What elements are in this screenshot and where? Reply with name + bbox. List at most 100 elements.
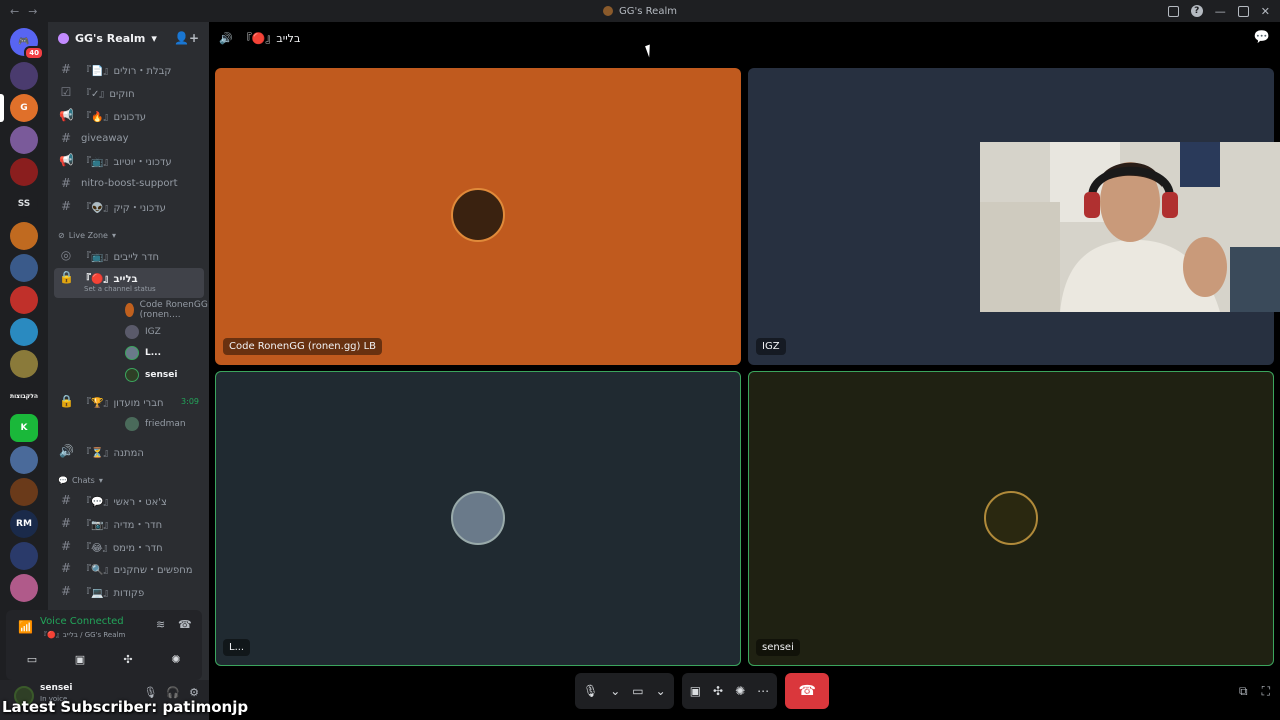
chevron-down-icon[interactable]: ⌄: [610, 684, 620, 698]
soundboard-icon[interactable]: ✺: [735, 684, 745, 698]
voice-channel-waiting[interactable]: 🔊 『⏳』המתנה: [54, 441, 204, 461]
avatar: [125, 368, 139, 382]
channel-label: 『📷』חדר・מדיה: [81, 519, 163, 531]
screen-share-icon[interactable]: ▣: [690, 684, 701, 698]
channel-status-hint[interactable]: Set a channel status: [84, 285, 156, 293]
server-icon-9[interactable]: [10, 318, 38, 346]
video-tile[interactable]: L...: [215, 371, 741, 666]
hash-icon: #: [60, 516, 72, 530]
maximize-button[interactable]: [1237, 5, 1249, 17]
discord-window: ← → GG's Realm ? — ✕ 🎮 40 G SS הלקבוצות K: [0, 0, 1280, 720]
screen-share-icon[interactable]: ▣: [60, 648, 100, 670]
stream-overlay-text: Latest Subscriber: patimonjp: [2, 698, 249, 716]
server-icon-6[interactable]: [10, 222, 38, 250]
video-tile[interactable]: Code RonenGG (ronen.gg) LB: [215, 68, 741, 365]
server-icon-16[interactable]: [10, 542, 38, 570]
hash-icon: #: [60, 199, 72, 213]
server-icon-8[interactable]: [10, 286, 38, 314]
channel-commands[interactable]: # 『💻』פקודות: [54, 581, 204, 601]
close-button[interactable]: ✕: [1261, 5, 1270, 18]
server-icon-17[interactable]: [10, 574, 38, 602]
server-icon-7[interactable]: [10, 254, 38, 282]
member-name: sensei: [145, 370, 178, 380]
channel-main-chat[interactable]: # 『💬』צ'אט・ראשי: [54, 490, 204, 510]
channel-label: 『👽』עדכוני・קיק: [81, 202, 166, 214]
channel-label: 『📺』חדר לייבים: [81, 251, 160, 263]
announcement-icon: 📢: [59, 108, 74, 122]
user-name[interactable]: sensei: [40, 683, 72, 693]
channel-roles[interactable]: # 『📄』קבלת・רולים: [54, 59, 204, 79]
pop-out-icon[interactable]: ⧉: [1239, 684, 1248, 699]
camera-off-icon[interactable]: ▭: [632, 684, 643, 698]
voice-location[interactable]: 『🔴』בלייב / GG's Realm: [40, 630, 125, 640]
channel-label: 『✓』חוקים: [81, 88, 135, 100]
voice-channel-live-active[interactable]: 🔒 『🔴』בלייב Set a channel status: [54, 268, 204, 298]
channel-rules[interactable]: ☑ 『✓』חוקים: [54, 82, 204, 102]
direct-messages-icon[interactable]: 🎮 40: [10, 28, 44, 60]
channel-label: nitro-boost-support: [81, 177, 178, 189]
minimize-button[interactable]: —: [1215, 5, 1226, 18]
kick-server-icon[interactable]: K: [10, 414, 38, 442]
channel-label: 『🔴』בלייב: [81, 274, 138, 285]
channel-updates[interactable]: 📢 『🔥』עדכונים: [54, 105, 204, 125]
participant-avatar: [451, 491, 505, 545]
rules-icon: ☑: [60, 85, 72, 99]
server-icon-14[interactable]: [10, 478, 38, 506]
speaker-icon: 🔊: [59, 444, 74, 458]
category-chats[interactable]: 💬 Chats ▾: [58, 476, 103, 485]
channel-media[interactable]: # 『📷』חדר・מדיה: [54, 513, 204, 533]
category-live-zone[interactable]: ⊘ Live Zone ▾: [58, 231, 116, 240]
channel-label: 『😂』חדר・מימס: [81, 542, 163, 554]
server-icon-rm[interactable]: RM: [10, 510, 38, 538]
activities-icon[interactable]: ✣: [713, 684, 723, 698]
voice-channel-lives-room[interactable]: ◎ 『📺』חדר לייבים: [54, 245, 204, 265]
disconnect-icon[interactable]: ☎: [178, 618, 192, 631]
voice-member[interactable]: Code RonenGG (ronen....: [125, 300, 209, 320]
help-icon[interactable]: ?: [1190, 5, 1203, 17]
video-tile[interactable]: sensei: [748, 371, 1274, 666]
server-name: GG's Realm: [75, 31, 146, 45]
channel-nitro-boost[interactable]: # nitro-boost-support: [54, 173, 204, 193]
speaker-icon: 🔊: [219, 31, 233, 45]
server-icon-ss[interactable]: SS: [10, 190, 38, 218]
voice-member[interactable]: L...: [125, 343, 161, 363]
channel-lfg[interactable]: # 『🔍』מחפשים・שחקנים: [54, 558, 204, 578]
voice-member[interactable]: friedman: [125, 414, 186, 434]
fullscreen-icon[interactable]: ⛶: [1262, 684, 1270, 699]
invite-icon[interactable]: 👤+: [174, 31, 199, 45]
channel-label: 『💬』צ'אט・ראשי: [81, 496, 167, 508]
action-controls-group: ▣ ✣ ✺ ⋯: [681, 673, 778, 709]
server-folder-hebrew[interactable]: הלקבוצות: [10, 382, 38, 410]
voice-member[interactable]: sensei: [125, 365, 177, 385]
inbox-icon[interactable]: [1167, 5, 1179, 17]
chevron-down-icon: ▾: [111, 231, 116, 240]
more-options-icon[interactable]: ⋯: [757, 684, 769, 698]
chat-bubble-icon[interactable]: 💬: [1254, 30, 1270, 45]
microphone-icon[interactable]: 🎙: [583, 684, 598, 698]
avatar: [125, 325, 139, 339]
server-icon-1[interactable]: [10, 62, 38, 90]
noise-suppression-icon[interactable]: ≋: [156, 618, 165, 631]
signal-icon[interactable]: 📶: [18, 620, 33, 634]
window-controls: ? — ✕: [1167, 0, 1270, 22]
disconnect-button[interactable]: ☎: [785, 673, 830, 709]
channel-kick-updates[interactable]: # 『👽』עדכוני・קיק: [54, 196, 204, 216]
camera-off-icon[interactable]: ▭: [12, 648, 52, 670]
stage-icon: ◎: [60, 248, 72, 262]
server-icon-10[interactable]: [10, 350, 38, 378]
server-icon-4[interactable]: [10, 158, 38, 186]
channel-giveaway[interactable]: # giveaway: [54, 128, 204, 148]
channel-youtube-updates[interactable]: 📢 『📺』עדכוני・יוטיוב: [54, 150, 204, 170]
server-header[interactable]: GG's Realm ▾ 👤+: [48, 22, 209, 54]
hash-icon: #: [60, 62, 72, 76]
channel-memes[interactable]: # 『😂』חדר・מימס: [54, 536, 204, 556]
activities-icon[interactable]: ✣: [108, 648, 148, 670]
chevron-down-icon[interactable]: ⌄: [656, 684, 666, 698]
server-icon-3[interactable]: [10, 126, 38, 154]
channel-label: 『🏆』חברי מועדון: [81, 397, 164, 409]
participant-name: IGZ: [756, 338, 786, 355]
voice-member[interactable]: IGZ: [125, 322, 161, 342]
server-icon-gg[interactable]: G: [10, 94, 38, 122]
server-icon-13[interactable]: [10, 446, 38, 474]
soundboard-icon[interactable]: ✺: [156, 648, 196, 670]
